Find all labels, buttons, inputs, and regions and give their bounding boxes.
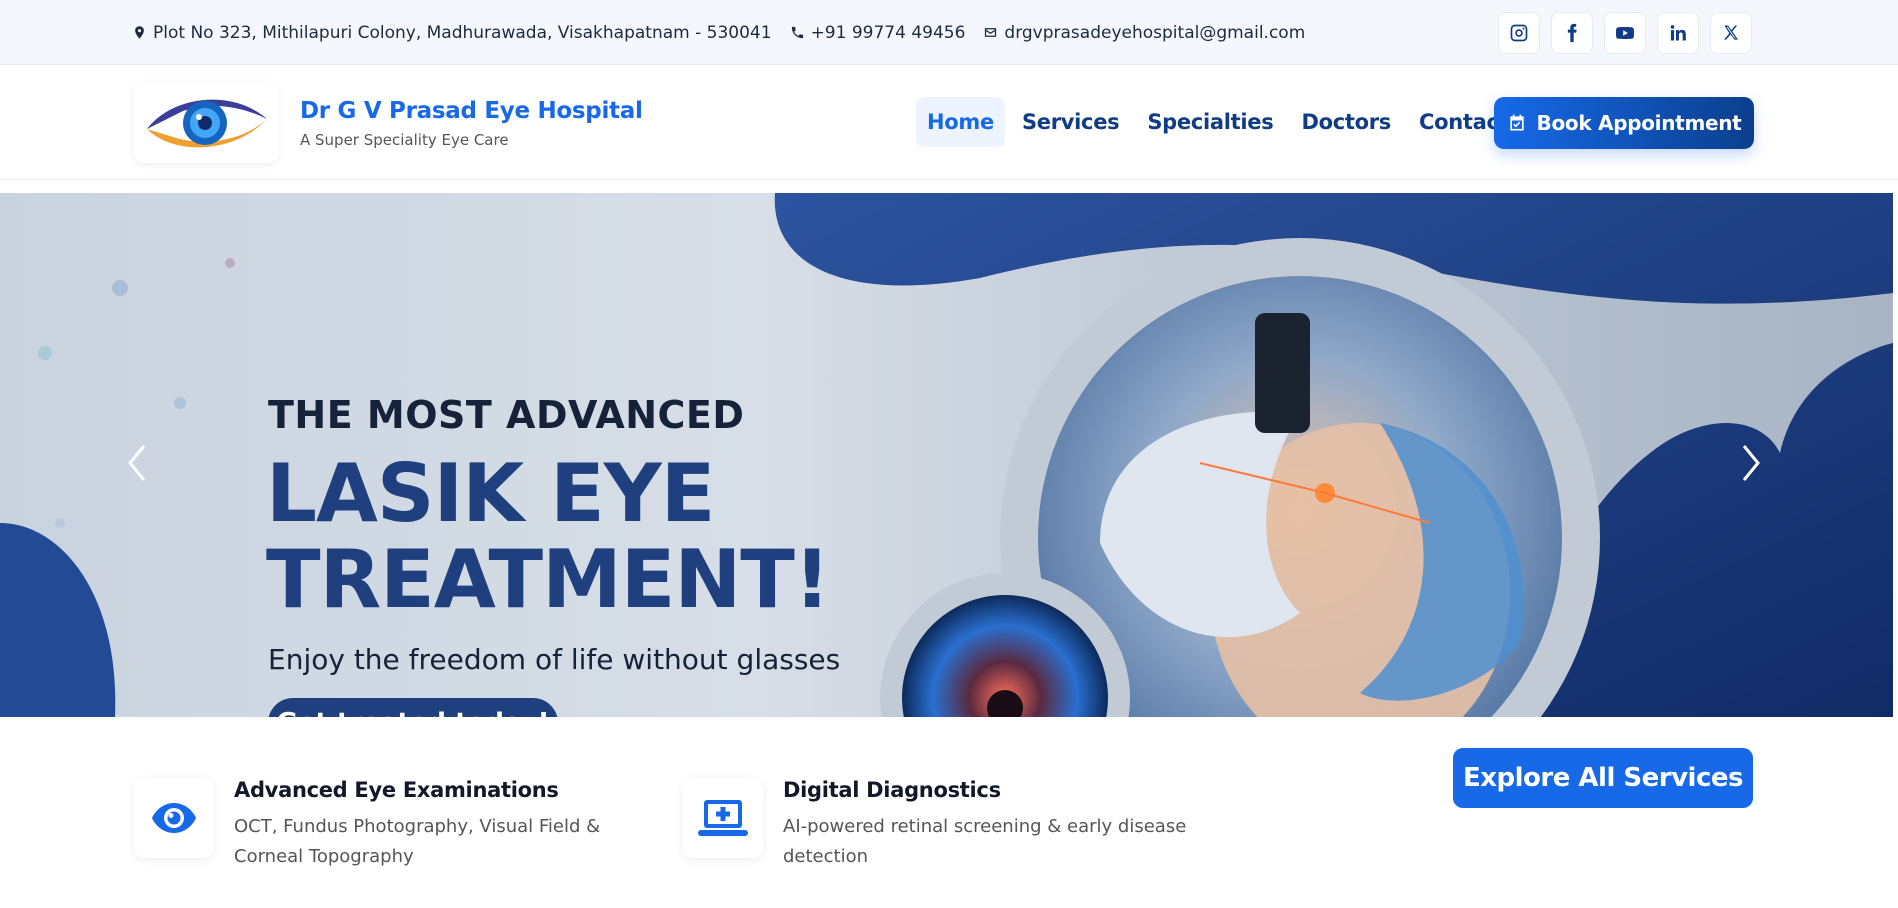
eye-logo-icon — [146, 99, 267, 148]
book-appointment-label: Book Appointment — [1536, 111, 1742, 135]
eye-icon — [152, 803, 196, 833]
contact-info: Plot No 323, Mithilapuri Colony, Madhura… — [132, 0, 1305, 65]
phone-icon — [791, 26, 803, 39]
hero-slider: THE MOST ADVANCED LASIK EYE TREATMENT! E… — [0, 193, 1893, 717]
chevron-right-icon — [1742, 445, 1760, 481]
laptop-medical-icon — [698, 800, 748, 836]
feature-description: OCT, Fundus Photography, Visual Field & … — [234, 816, 601, 867]
logo[interactable] — [134, 81, 279, 163]
address-item: Plot No 323, Mithilapuri Colony, Madhura… — [132, 23, 772, 43]
x-button[interactable] — [1710, 12, 1752, 54]
hero-cta-button[interactable]: Get treated today! — [268, 698, 558, 717]
email-text[interactable]: drgvprasadeyehospital@gmail.com — [1004, 23, 1305, 43]
nav-item-doctors[interactable]: Doctors — [1290, 97, 1402, 147]
top-info-bar: Plot No 323, Mithilapuri Colony, Madhura… — [0, 0, 1898, 65]
hero-title-line2: TREATMENT! — [266, 533, 830, 626]
phone-text[interactable]: +91 99774 49456 — [811, 23, 966, 43]
hero-subtitle: Enjoy the freedom of life without glasse… — [268, 643, 841, 676]
brand-title[interactable]: Dr G V Prasad Eye Hospital — [300, 98, 643, 124]
hero-title-line1: LASIK EYE — [266, 447, 715, 540]
feature-icon-box — [683, 778, 763, 858]
email-item[interactable]: drgvprasadeyehospital@gmail.com — [983, 23, 1305, 43]
phone-item[interactable]: +91 99774 49456 — [790, 23, 966, 43]
feature-title: Digital Diagnostics — [783, 778, 1001, 802]
instagram-icon — [1510, 24, 1528, 42]
calendar-check-icon — [1509, 114, 1524, 131]
nav-item-specialties[interactable]: Specialties — [1136, 97, 1284, 147]
x-icon — [1724, 25, 1738, 40]
nav-item-home[interactable]: Home — [916, 97, 1005, 147]
youtube-icon — [1616, 27, 1634, 39]
feature-icon-box — [134, 778, 214, 858]
map-pin-icon — [135, 26, 144, 39]
facebook-icon — [1567, 23, 1577, 43]
slider-next-button[interactable] — [1736, 438, 1766, 488]
envelope-icon — [985, 28, 997, 37]
linkedin-icon — [1670, 25, 1686, 41]
explore-all-services-button[interactable]: Explore All Services — [1453, 748, 1753, 808]
hero-pretitle: THE MOST ADVANCED — [268, 393, 745, 437]
chevron-left-icon — [128, 445, 146, 481]
feature-description: AI-powered retinal screening & early dis… — [783, 816, 1187, 867]
feature-title: Advanced Eye Examinations — [234, 778, 559, 802]
nav-menu: Home Services Specialties Doctors Contac… — [916, 97, 1555, 147]
address-text: Plot No 323, Mithilapuri Colony, Madhura… — [153, 22, 772, 43]
book-appointment-button[interactable]: Book Appointment — [1494, 97, 1754, 149]
main-navbar: Dr G V Prasad Eye Hospital A Super Speci… — [0, 65, 1898, 180]
youtube-button[interactable] — [1604, 12, 1646, 54]
facebook-button[interactable] — [1551, 12, 1593, 54]
brand-subtitle: A Super Speciality Eye Care — [300, 131, 509, 149]
linkedin-button[interactable] — [1657, 12, 1699, 54]
nav-item-services[interactable]: Services — [1011, 97, 1130, 147]
social-links — [1498, 12, 1752, 54]
slider-prev-button[interactable] — [122, 438, 152, 488]
instagram-button[interactable] — [1498, 12, 1540, 54]
hero-title: LASIK EYE TREATMENT! — [266, 447, 830, 626]
